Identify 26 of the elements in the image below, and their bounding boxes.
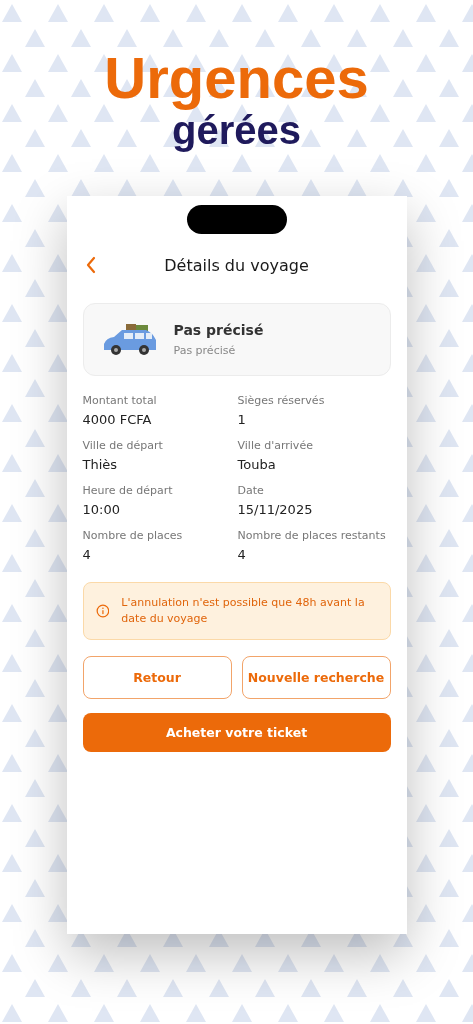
headline: Urgences	[104, 46, 369, 110]
field-value: 4000 FCFA	[82, 412, 153, 427]
field-label: Date	[237, 484, 265, 497]
outline-button[interactable]: Retour	[82, 656, 232, 699]
field-label: Montant total	[82, 394, 158, 407]
field-value: 15/11/2025	[237, 502, 314, 517]
field-value: 1	[237, 412, 247, 427]
outline-button[interactable]: Nouvelle recherche	[241, 656, 391, 699]
notice-text: L'annulation n'est possible que 48h avant la date du voyage	[121, 595, 366, 627]
field-label: Sièges réservés	[237, 394, 326, 407]
field-value: Thiès	[82, 457, 119, 472]
back-icon[interactable]	[84, 256, 97, 274]
buy-ticket-button[interactable]: Acheter votre ticket	[82, 713, 391, 752]
vehicle-detail: Pas précisé	[173, 344, 237, 357]
field-value: 4	[82, 547, 92, 562]
field-label: Heure de départ	[82, 484, 174, 497]
info-icon	[95, 602, 110, 620]
field-label: Nombre de places restants	[237, 529, 387, 542]
field-value: Touba	[237, 457, 277, 472]
field-value: 10:00	[82, 502, 121, 517]
screen-title: Détails du voyage	[164, 255, 309, 275]
field-value: 4	[237, 547, 247, 562]
field-label: Ville de départ	[82, 439, 164, 452]
field-label: Ville d'arrivée	[237, 439, 314, 452]
vehicle-name: Pas précisé	[173, 322, 264, 338]
field-label: Nombre de places	[82, 529, 184, 542]
